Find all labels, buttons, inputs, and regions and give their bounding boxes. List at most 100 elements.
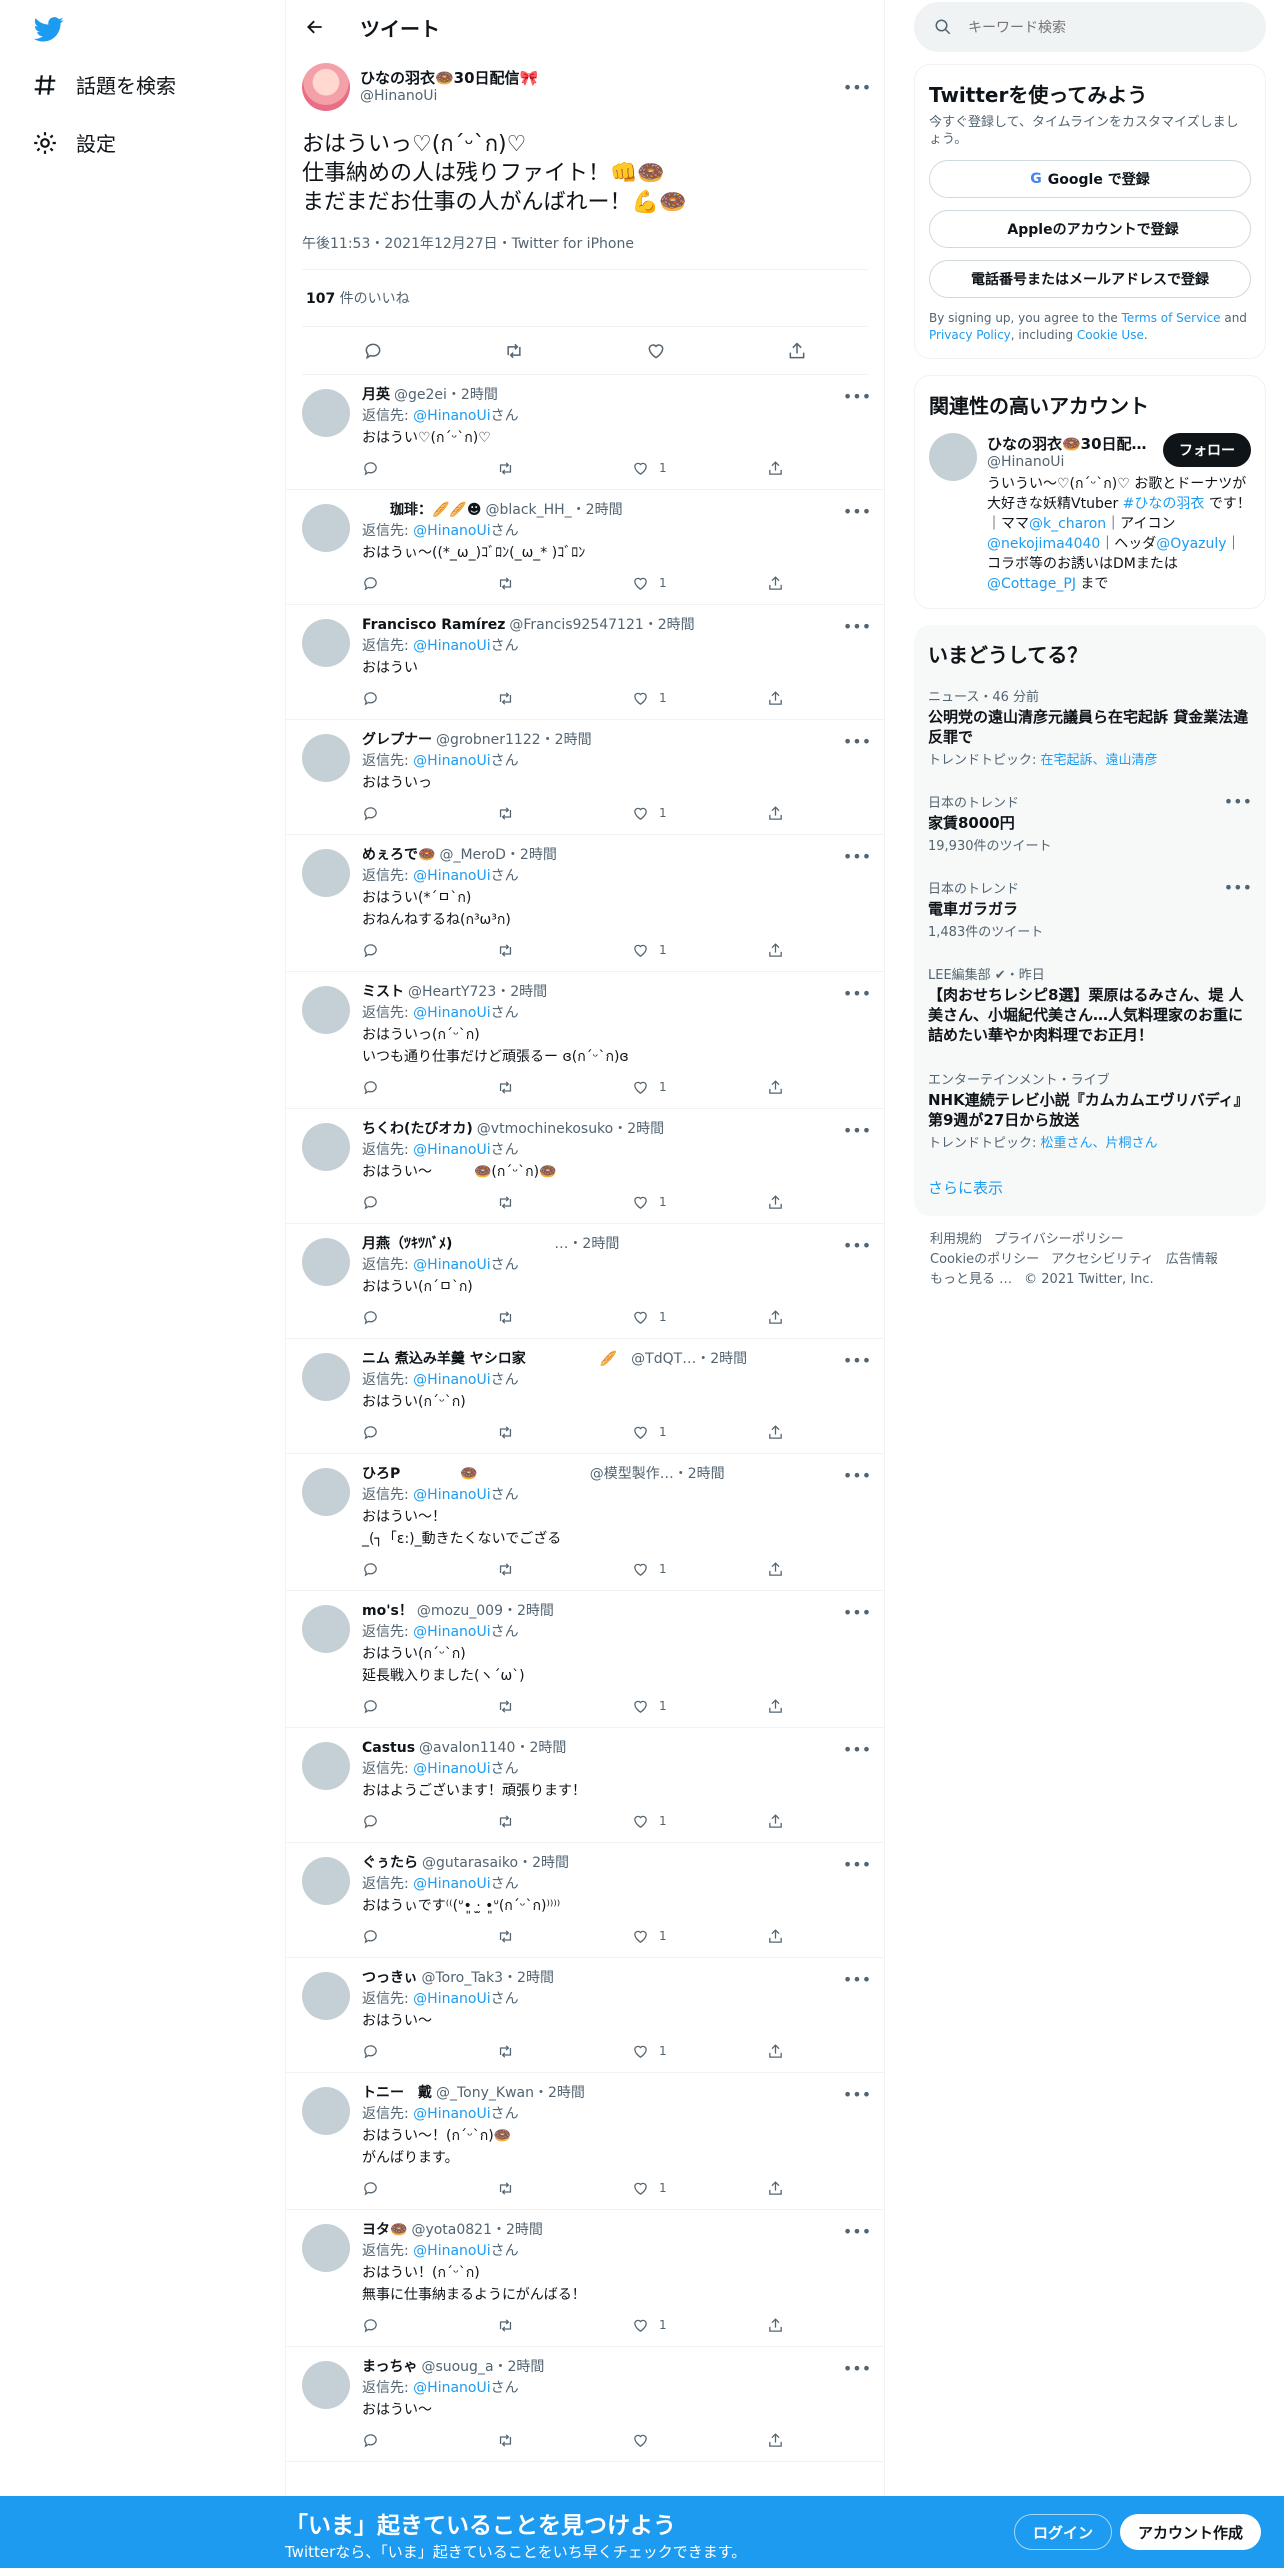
share-button[interactable] (767, 942, 784, 959)
trend-item[interactable]: エンターテインメント・ライブ NHK連続テレビ小説『カムカムエヴリバディ』第9週… (928, 1057, 1252, 1163)
like-button[interactable]: 1 (632, 2180, 767, 2197)
reply-to-link[interactable]: @HinanoUi (413, 1005, 490, 1021)
reply-to-link[interactable]: @HinanoUi (413, 868, 490, 884)
reply-author-handle[interactable]: @grobner1122・2時間 (436, 730, 592, 750)
avatar[interactable] (302, 734, 350, 782)
share-button[interactable] (767, 690, 784, 707)
reply-author-name[interactable]: ニム 煮込み羊羹 ヤシロ家 (362, 1349, 526, 1369)
like-button[interactable]: 1 (632, 1928, 767, 1945)
more-icon[interactable]: ••• (843, 1601, 871, 1623)
reply-button[interactable] (362, 575, 497, 592)
apple-signup-button[interactable]: Appleのアカウントで登録 (929, 210, 1251, 248)
retweet-button[interactable] (497, 1079, 632, 1096)
trend-topic-link[interactable]: 在宅起訴、遠山清彦 (1041, 753, 1158, 768)
reply-author-name[interactable]: トニー 戴 (362, 2083, 432, 2103)
reply-author-name[interactable]: ちくわ(たびオカ) (362, 1119, 473, 1139)
trend-item[interactable]: ニュース・46 分前 公明党の遠山清彦元議員ら在宅起訴 貸金業法違反罪で トレン… (928, 674, 1252, 780)
reply-tweet[interactable]: ••• つっきぃ @Toro_Tak3・2時間 返信先: @HinanoUiさん おはう… (286, 1958, 884, 2073)
retweet-button[interactable] (497, 1194, 632, 1211)
bio-hashtag-link[interactable]: #ひなの羽衣 (1123, 496, 1205, 512)
share-button[interactable] (767, 1813, 784, 1830)
reply-author-handle[interactable]: @_MeroD・2時間 (439, 845, 556, 865)
twitter-logo-icon[interactable] (32, 14, 66, 44)
likes-count[interactable]: 107 件のいいね (302, 270, 868, 327)
avatar[interactable] (302, 389, 350, 437)
avatar[interactable] (302, 1742, 350, 1790)
bio-mention-link[interactable]: @k_charon (1029, 516, 1106, 532)
nav-explore[interactable]: 話題を検索 (32, 70, 176, 99)
reply-tweet[interactable]: ••• ぐぅたら @gutarasaiko・2時間 返信先: @HinanoUiさんお… (286, 1843, 884, 1958)
retweet-button[interactable] (497, 460, 632, 477)
reply-button[interactable] (362, 1309, 497, 1326)
avatar[interactable] (302, 1123, 350, 1171)
reply-button[interactable] (362, 690, 497, 707)
like-button[interactable]: 1 (632, 690, 767, 707)
reply-author-name[interactable]: mo's！ (362, 1601, 413, 1621)
more-icon[interactable]: ••• (843, 1119, 871, 1141)
share-button[interactable] (767, 1309, 784, 1326)
like-button[interactable]: 1 (632, 2317, 767, 2334)
like-button[interactable]: 1 (632, 1424, 767, 1441)
reply-button[interactable] (362, 2432, 497, 2449)
reply-author-name[interactable]: ミスト (362, 982, 404, 1002)
share-button[interactable] (767, 1561, 784, 1578)
like-button[interactable]: 1 (632, 1698, 767, 1715)
reply-tweet[interactable]: ••• トニー 戴 @_Tony_Kwan・2時間 返信先: @HinanoUiさんお… (286, 2073, 884, 2210)
avatar[interactable] (302, 1468, 350, 1516)
like-button[interactable]: 1 (632, 942, 767, 959)
bio-mention-link[interactable]: @Cottage_PJ (987, 576, 1076, 592)
reply-author-handle[interactable]: @HeartY723・2時間 (408, 982, 547, 1002)
more-icon[interactable]: ••• (843, 500, 871, 522)
retweet-button[interactable] (497, 1928, 632, 1945)
reply-button[interactable] (362, 2043, 497, 2060)
more-icon[interactable]: ••• (843, 2083, 871, 2105)
reply-tweet[interactable]: ••• ヨタ🍩 @yota0821・2時間 返信先: @HinanoUiさん おはうい！… (286, 2210, 884, 2347)
reply-tweet[interactable]: ••• ミスト @HeartY723・2時間 返信先: @HinanoUiさん おはうい… (286, 972, 884, 1109)
trend-item[interactable]: 日本のトレンド 家賃8000円 19,930件のツイート ••• (928, 780, 1252, 866)
reply-to-link[interactable]: @HinanoUi (413, 1487, 490, 1503)
reply-author-name[interactable]: Francisco Ramírez (362, 615, 505, 635)
reply-to-link[interactable]: @HinanoUi (413, 1257, 490, 1273)
reply-to-link[interactable]: @HinanoUi (413, 1372, 490, 1388)
share-button[interactable] (767, 1079, 784, 1096)
avatar[interactable] (302, 2224, 350, 2272)
reply-author-handle[interactable]: 🥖 @TdQT…・2時間 (530, 1349, 747, 1369)
more-icon[interactable]: ••• (843, 1464, 871, 1486)
google-signup-button[interactable]: G Google で登録 (929, 160, 1251, 198)
reply-author-handle[interactable]: @black_HH_・2時間 (485, 500, 622, 520)
more-icon[interactable]: ••• (843, 76, 871, 98)
like-button[interactable] (639, 334, 673, 368)
reply-author-name[interactable]: 月燕（ﾂｷﾂﾊﾞﾒ) (362, 1234, 452, 1254)
like-button[interactable]: 1 (632, 1813, 767, 1830)
bio-mention-link[interactable]: @nekojima4040 (987, 536, 1100, 552)
retweet-button[interactable] (497, 334, 531, 368)
reply-author-handle[interactable]: @gutarasaiko・2時間 (422, 1853, 569, 1873)
retweet-button[interactable] (497, 942, 632, 959)
footer-a11y-link[interactable]: アクセシビリティ (1051, 1252, 1154, 1267)
reply-author-name[interactable]: ぐぅたら (362, 1853, 418, 1873)
reply-tweet[interactable]: ••• ニム 煮込み羊羹 ヤシロ家 🥖 @TdQT…・2時間 返信先: @Hinan… (286, 1339, 884, 1454)
reply-to-link[interactable]: @HinanoUi (413, 2380, 490, 2396)
avatar[interactable] (302, 1857, 350, 1905)
reply-tweet[interactable]: ••• 珈琲：🥖🥖☻ @black_HH_・2時間 返信先: @HinanoUiさん… (286, 490, 884, 605)
reply-button[interactable] (362, 1194, 497, 1211)
share-button[interactable] (767, 2180, 784, 2197)
reply-author-handle[interactable]: …・2時間 (456, 1234, 619, 1254)
reply-button[interactable] (362, 805, 497, 822)
retweet-button[interactable] (497, 1309, 632, 1326)
more-icon[interactable]: ••• (843, 1853, 871, 1875)
avatar[interactable] (302, 849, 350, 897)
retweet-button[interactable] (497, 575, 632, 592)
share-button[interactable] (767, 805, 784, 822)
trend-item[interactable]: 日本のトレンド 電車ガラガラ 1,483件のツイート ••• (928, 866, 1252, 952)
retweet-button[interactable] (497, 1698, 632, 1715)
like-button[interactable]: 1 (632, 1194, 767, 1211)
retweet-button[interactable] (497, 2432, 632, 2449)
reply-author-handle[interactable]: @ge2ei・2時間 (394, 385, 498, 405)
more-icon[interactable]: ••• (843, 2220, 871, 2242)
reply-author-handle[interactable]: @suoug_a・2時間 (421, 2357, 544, 2377)
show-more-link[interactable]: さらに表示 (928, 1163, 1252, 1202)
footer-cookie-link[interactable]: Cookieのポリシー (930, 1252, 1039, 1267)
reply-to-link[interactable]: @HinanoUi (413, 408, 490, 424)
reply-author-handle[interactable]: 🍩 @模型製作…・2時間 (404, 1464, 724, 1484)
